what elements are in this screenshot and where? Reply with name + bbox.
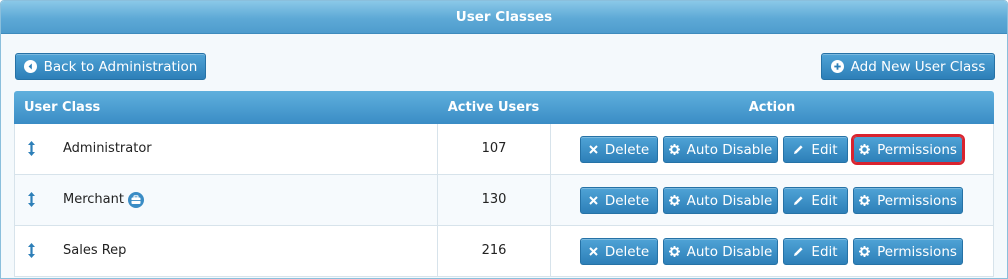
user-class-name: Administrator — [63, 141, 152, 156]
briefcase-icon — [127, 192, 144, 208]
column-header-active-users[interactable]: Active Users — [437, 91, 550, 124]
add-new-user-class-button[interactable]: Add New User Class — [821, 53, 995, 80]
permissions-button[interactable]: Permissions — [853, 136, 963, 163]
permissions-button[interactable]: Permissions — [853, 187, 963, 214]
column-header-action: Action — [748, 100, 796, 115]
back-to-administration-button[interactable]: Back to Administration — [15, 53, 206, 80]
edit-button[interactable]: Edit — [783, 136, 848, 163]
auto-disable-button[interactable]: Auto Disable — [663, 238, 778, 265]
table-row: Merchant 130 Delete Auto Disable Edit Pe… — [14, 175, 994, 226]
pencil-icon — [794, 196, 804, 205]
pencil-icon — [794, 145, 804, 154]
delete-button[interactable]: Delete — [580, 187, 658, 214]
close-icon — [589, 247, 598, 256]
table-row: Administrator 107 Delete Auto Disable Ed… — [14, 124, 994, 175]
user-class-name: Sales Rep — [63, 243, 127, 258]
gear-icon — [668, 246, 680, 257]
gear-icon — [668, 195, 680, 206]
gear-icon — [859, 195, 871, 206]
delete-button[interactable]: Delete — [580, 238, 658, 265]
table-row: Sales Rep 216 Delete Auto Disable Edit P… — [14, 226, 994, 277]
table-header: User Class Active Users Action — [14, 91, 994, 124]
drag-handle-icon[interactable] — [27, 141, 36, 156]
close-icon — [589, 145, 598, 154]
add-button-label: Add New User Class — [850, 58, 986, 75]
plus-circle-icon — [830, 60, 844, 73]
toolbar: Back to Administration Add New User Clas… — [1, 34, 1007, 92]
user-class-table: User Class Active Users Action Administr… — [14, 91, 994, 277]
back-button-label: Back to Administration — [43, 58, 198, 75]
active-users-count: 216 — [437, 226, 551, 276]
pencil-icon — [794, 247, 804, 256]
back-arrow-icon — [23, 60, 37, 73]
gear-icon — [668, 144, 680, 155]
close-icon — [589, 196, 598, 205]
auto-disable-button[interactable]: Auto Disable — [663, 187, 778, 214]
user-class-name: Merchant — [63, 175, 144, 225]
edit-button[interactable]: Edit — [783, 187, 848, 214]
gear-icon — [859, 144, 871, 155]
panel-title: User Classes — [1, 1, 1007, 34]
active-users-count: 130 — [437, 175, 551, 225]
drag-handle-icon[interactable] — [27, 243, 36, 258]
edit-button[interactable]: Edit — [783, 238, 848, 265]
permissions-button[interactable]: Permissions — [853, 238, 963, 265]
gear-icon — [859, 246, 871, 257]
column-header-user-class[interactable]: User Class — [24, 91, 100, 124]
delete-button[interactable]: Delete — [580, 136, 658, 163]
auto-disable-button[interactable]: Auto Disable — [663, 136, 778, 163]
drag-handle-icon[interactable] — [27, 192, 36, 207]
active-users-count: 107 — [437, 124, 551, 174]
